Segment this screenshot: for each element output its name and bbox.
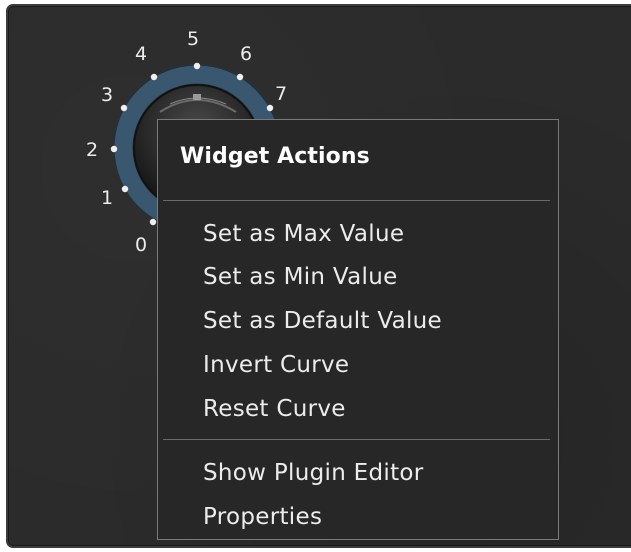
tick-dot: [120, 104, 128, 112]
menu-item-properties[interactable]: Properties: [203, 506, 322, 529]
knob-pointer: [193, 94, 201, 100]
menu-separator: [163, 200, 550, 201]
tick-dot: [236, 73, 244, 81]
menu-title: Widget Actions: [180, 144, 370, 169]
scale-label-3: 3: [101, 84, 114, 106]
tick-dot: [110, 145, 118, 153]
scale-label-0: 0: [135, 234, 148, 256]
menu-item-invert-curve[interactable]: Invert Curve: [203, 354, 349, 377]
scale-label-7: 7: [275, 83, 288, 105]
scale-label-1: 1: [101, 187, 114, 209]
menu-item-set-max[interactable]: Set as Max Value: [203, 223, 404, 246]
tick-dot: [266, 104, 274, 112]
tick-dot: [149, 218, 157, 226]
menu-item-show-plugin-editor[interactable]: Show Plugin Editor: [203, 462, 424, 485]
tick-dot: [193, 62, 201, 70]
scale-label-2: 2: [86, 139, 99, 161]
tick-dot: [121, 185, 129, 193]
menu-item-set-min[interactable]: Set as Min Value: [203, 266, 398, 289]
menu-item-set-default[interactable]: Set as Default Value: [203, 310, 442, 333]
menu-separator: [163, 439, 550, 440]
scale-label-6: 6: [240, 43, 253, 65]
scale-label-5: 5: [187, 28, 200, 50]
tick-dot: [150, 73, 158, 81]
scale-label-4: 4: [135, 43, 148, 65]
context-menu: Widget Actions Set as Max Value Set as M…: [157, 119, 559, 540]
menu-item-reset-curve[interactable]: Reset Curve: [203, 398, 346, 421]
